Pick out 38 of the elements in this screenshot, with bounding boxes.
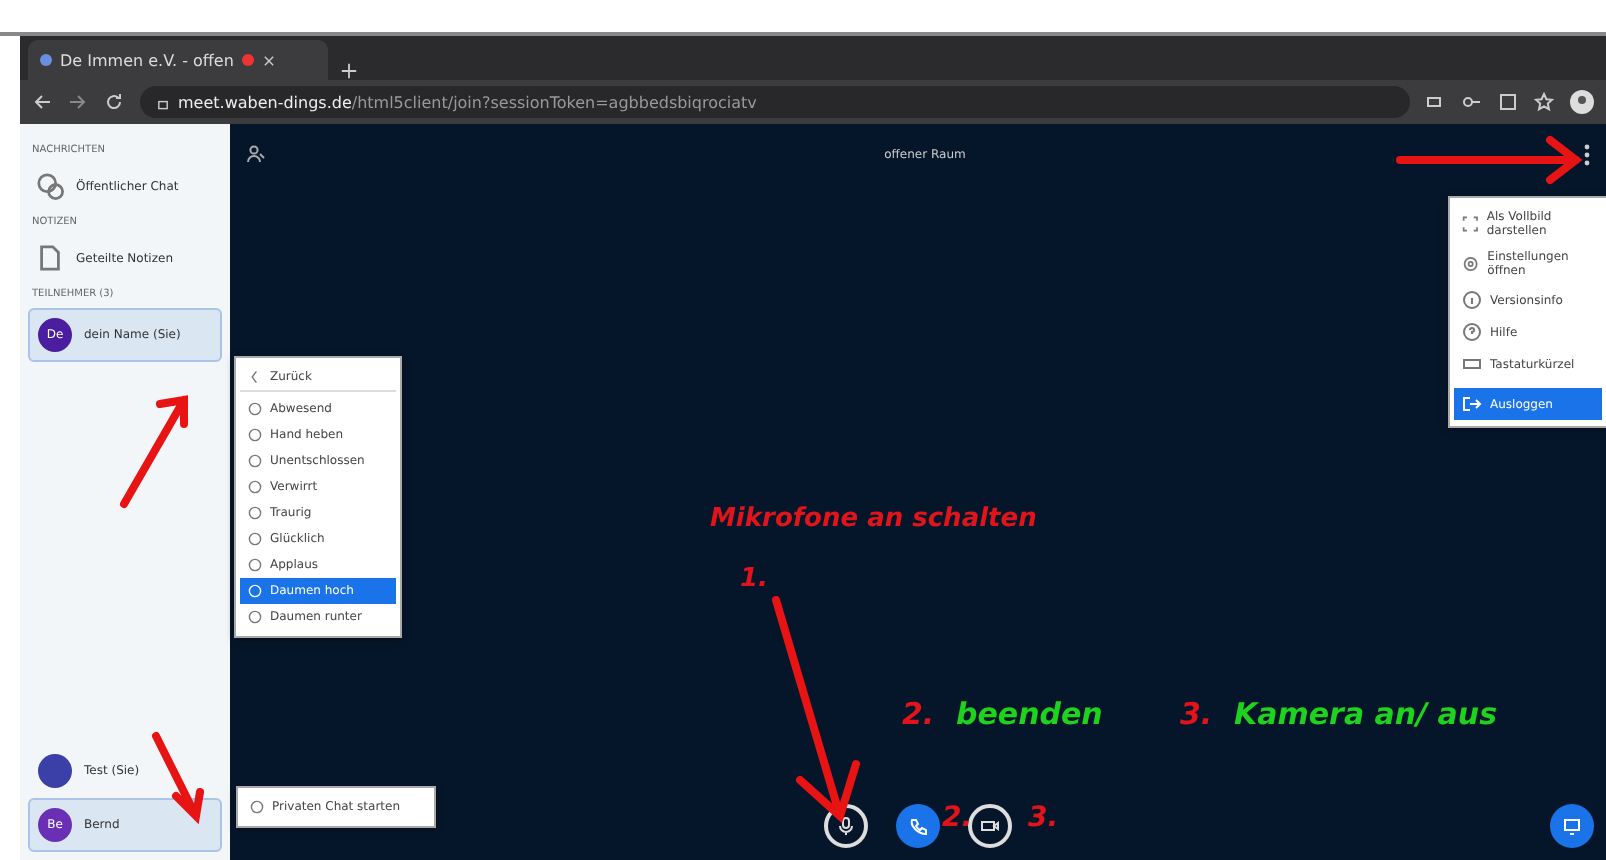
microphone-icon	[836, 816, 856, 836]
back-icon	[32, 92, 52, 112]
camera-button[interactable]	[968, 804, 1012, 848]
star-icon	[1534, 92, 1554, 112]
screen-share-button[interactable]	[1550, 804, 1594, 848]
annotation-text: 2.	[942, 802, 973, 834]
profile-icon[interactable]	[1570, 90, 1594, 114]
tab-title: De Immen e.V. - offen	[60, 51, 234, 69]
hang-up-button[interactable]	[896, 804, 940, 848]
address-field[interactable]: meet.waben-dings.de/html5client/join?sessionToken=agbbedsbiqrociatv	[140, 86, 1410, 118]
annotation-text: Mikrofone an schalten	[710, 504, 1037, 534]
key-icon	[1462, 92, 1482, 112]
annotation-text: Kamera an/ aus	[1234, 696, 1498, 732]
window-icon	[1498, 92, 1518, 112]
more-options-icon[interactable]	[1583, 143, 1590, 165]
fullscreen-icon	[1462, 214, 1479, 234]
forward-icon	[68, 92, 88, 112]
keyboard-icon	[1462, 354, 1482, 374]
annotation-text: 3.	[1028, 802, 1059, 834]
help-icon	[1462, 322, 1482, 342]
annotation-text: 1.	[740, 564, 768, 594]
screen-icon	[1562, 816, 1582, 836]
annotation-text: 2.	[902, 696, 935, 732]
settings-icon	[1462, 254, 1480, 274]
logout-icon	[1462, 394, 1482, 414]
close-icon	[261, 53, 276, 67]
users-icon	[246, 144, 266, 164]
annotation-text: 3.	[1180, 696, 1213, 732]
browser-tab[interactable]: De Immen e.V. - offen	[28, 40, 328, 80]
microphone-button[interactable]	[824, 804, 868, 848]
reload-icon	[104, 92, 124, 112]
document-icon	[36, 244, 64, 272]
new-tab-icon	[340, 62, 358, 80]
phone-icon	[908, 816, 928, 836]
chevron-left-icon	[248, 370, 262, 384]
annotation-text: beenden	[956, 696, 1103, 732]
info-icon	[1462, 290, 1482, 310]
favicon-icon	[40, 54, 52, 66]
